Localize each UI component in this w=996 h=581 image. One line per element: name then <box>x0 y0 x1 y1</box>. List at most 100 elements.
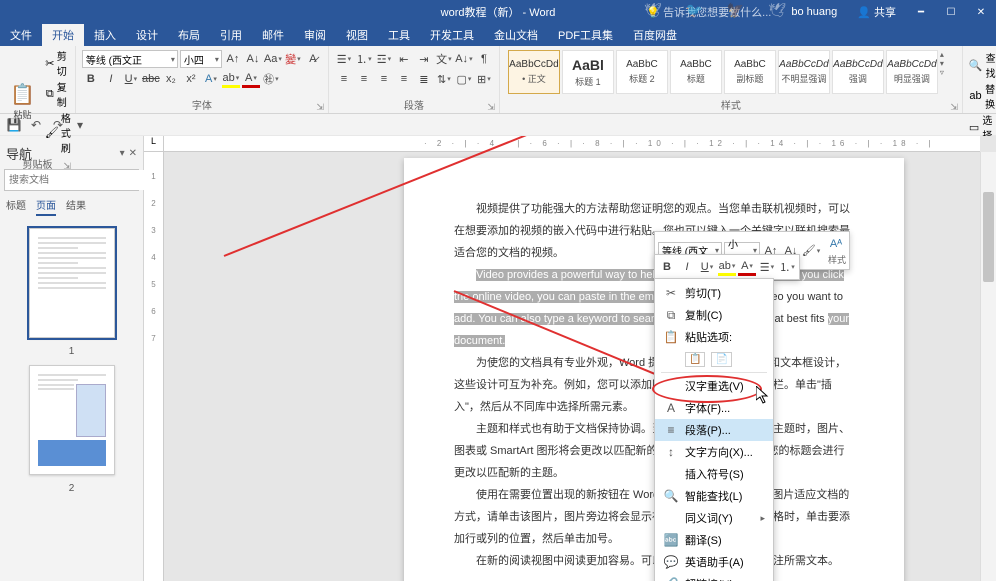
subscript-button[interactable]: x₂ <box>162 70 180 88</box>
ctx-剪切(T)[interactable]: ✂剪切(T) <box>655 282 773 304</box>
tab-插入[interactable]: 插入 <box>84 24 126 46</box>
mini-bold[interactable]: B <box>658 258 676 276</box>
ctx-paste-options[interactable]: 📋 📄 <box>655 348 773 370</box>
ctx-插入符号(S)[interactable]: 插入符号(S) <box>655 463 773 485</box>
sort-button[interactable]: A↓ <box>455 50 473 68</box>
tab-视图[interactable]: 视图 <box>336 24 378 46</box>
tab-审阅[interactable]: 审阅 <box>294 24 336 46</box>
distribute-button[interactable]: ≣ <box>415 70 433 88</box>
grow-font-button[interactable]: A↑ <box>224 50 242 68</box>
style-明显强调[interactable]: AaBbCcDd明显强调 <box>886 50 938 94</box>
asian-layout-button[interactable]: 文 <box>435 50 453 68</box>
line-spacing-button[interactable]: ⇅ <box>435 70 453 88</box>
paragraph-launcher[interactable]: ⇲ <box>487 102 495 113</box>
tab-百度网盘[interactable]: 百度网盘 <box>623 24 687 46</box>
nav-dropdown[interactable]: ▾ <box>120 148 125 159</box>
close-button[interactable]: ✕ <box>966 2 996 22</box>
tab-selector[interactable]: L <box>144 136 164 152</box>
tab-开发工具[interactable]: 开发工具 <box>420 24 484 46</box>
align-left-button[interactable]: ≡ <box>335 70 353 88</box>
mini-bullets[interactable]: ☰ <box>758 258 776 276</box>
document-scroll[interactable]: 视频提供了功能强大的方法帮助您证明您的观点。当您单击联机视频时，可以在想要添加的… <box>164 152 980 581</box>
replace-button[interactable]: ab替换 <box>969 81 996 111</box>
style-强调[interactable]: AaBbCcDd强调 <box>832 50 884 94</box>
align-right-button[interactable]: ≡ <box>375 70 393 88</box>
change-case-button[interactable]: Aa <box>264 50 282 68</box>
styles-launcher[interactable]: ⇲ <box>950 102 958 113</box>
font-size-combo[interactable]: 小四 <box>180 50 222 68</box>
find-button[interactable]: 🔍查找 ▾ <box>969 50 996 80</box>
share-button[interactable]: 👤 共享 <box>847 4 906 20</box>
bold-button[interactable]: B <box>82 70 100 88</box>
mini-highlight[interactable]: ab <box>718 258 736 276</box>
bullets-button[interactable]: ☰ <box>335 50 353 68</box>
maximize-button[interactable]: ☐ <box>936 2 966 22</box>
styles-more-button[interactable]: ▴▾▿ <box>940 50 954 77</box>
underline-button[interactable]: U <box>122 70 140 88</box>
superscript-button[interactable]: x² <box>182 70 200 88</box>
copy-button[interactable]: ⧉复制 <box>45 79 71 109</box>
enclose-char-button[interactable]: ㊓ <box>262 70 280 88</box>
style-标题[interactable]: AaBbC标题 <box>670 50 722 94</box>
nav-tab-页面[interactable]: 页面 <box>36 197 56 216</box>
shrink-font-button[interactable]: A↓ <box>244 50 262 68</box>
tab-开始[interactable]: 开始 <box>42 24 84 46</box>
minimize-button[interactable]: ━ <box>906 2 936 22</box>
strike-button[interactable]: abc <box>142 70 160 88</box>
cut-button[interactable]: ✂剪切 <box>45 48 71 78</box>
nav-search[interactable]: 🔍 <box>4 169 139 191</box>
mini-format-painter[interactable]: 🖌 <box>802 242 820 260</box>
increase-indent-button[interactable]: ⇥ <box>415 50 433 68</box>
ctx-粘贴选项:[interactable]: 📋粘贴选项: <box>655 326 773 348</box>
ctx-智能查找(L)[interactable]: 🔍智能查找(L) <box>655 485 773 507</box>
tell-me-input[interactable]: 💡 告诉我您想要做什么... <box>636 4 781 20</box>
mini-italic[interactable]: I <box>678 258 696 276</box>
format-painter-button[interactable]: 🖌格式刷 <box>45 110 71 155</box>
style-标题 1[interactable]: AaBl标题 1 <box>562 50 614 94</box>
horizontal-ruler[interactable]: · 2 · | · 4 · | · 6 · | · 8 · | · 10 · |… <box>164 136 980 152</box>
ctx-汉字重选(V)[interactable]: 汉字重选(V) <box>655 375 773 397</box>
ctx-超链接(H)...[interactable]: 🔗超链接(H)... <box>655 573 773 581</box>
style-不明显强调[interactable]: AaBbCcDd不明显强调 <box>778 50 830 94</box>
tab-引用[interactable]: 引用 <box>210 24 252 46</box>
tab-文件[interactable]: 文件 <box>0 24 42 46</box>
decrease-indent-button[interactable]: ⇤ <box>395 50 413 68</box>
phonetic-button[interactable]: 變 <box>284 50 302 68</box>
nav-tab-结果[interactable]: 结果 <box>66 197 86 216</box>
thumbnail-page-2[interactable] <box>29 365 115 475</box>
tab-布局[interactable]: 布局 <box>168 24 210 46</box>
nav-close-button[interactable]: ✕ <box>129 148 137 159</box>
tab-PDF工具集[interactable]: PDF工具集 <box>548 24 623 46</box>
show-marks-button[interactable]: ¶ <box>475 50 493 68</box>
mini-numbering[interactable]: ⒈ <box>778 258 796 276</box>
highlight-button[interactable]: ab <box>222 70 240 88</box>
tab-邮件[interactable]: 邮件 <box>252 24 294 46</box>
vertical-scrollbar[interactable] <box>980 152 996 581</box>
tab-工具[interactable]: 工具 <box>378 24 420 46</box>
mini-styles-button[interactable]: Aᴬ <box>827 235 845 253</box>
ctx-复制(C)[interactable]: ⧉复制(C) <box>655 304 773 326</box>
scrollbar-thumb[interactable] <box>983 192 994 282</box>
ctx-段落(P)...[interactable]: ≡段落(P)... <box>655 419 773 441</box>
tab-金山文档[interactable]: 金山文档 <box>484 24 548 46</box>
tab-设计[interactable]: 设计 <box>126 24 168 46</box>
clear-format-button[interactable]: A̷ <box>304 50 322 68</box>
font-name-combo[interactable]: 等线 (西文正 <box>82 50 178 68</box>
style-• 正文[interactable]: AaBbCcDd• 正文 <box>508 50 560 94</box>
mini-font-color[interactable]: A <box>738 258 756 276</box>
ctx-同义词(Y)[interactable]: 同义词(Y)▸ <box>655 507 773 529</box>
text-effects-button[interactable]: A <box>202 70 220 88</box>
style-副标题[interactable]: AaBbC副标题 <box>724 50 776 94</box>
align-center-button[interactable]: ≡ <box>355 70 373 88</box>
style-标题 2[interactable]: AaBbC标题 2 <box>616 50 668 94</box>
paste-button[interactable]: 📋 粘贴 <box>4 48 41 155</box>
mini-underline[interactable]: U <box>698 258 716 276</box>
user-name[interactable]: bo huang <box>781 6 847 18</box>
font-launcher[interactable]: ⇲ <box>316 102 324 113</box>
italic-button[interactable]: I <box>102 70 120 88</box>
nav-search-input[interactable] <box>5 170 145 190</box>
qat-3[interactable]: ▾ <box>72 117 88 133</box>
justify-button[interactable]: ≡ <box>395 70 413 88</box>
nav-tab-标题[interactable]: 标题 <box>6 197 26 216</box>
borders-button[interactable]: ⊞ <box>475 70 493 88</box>
